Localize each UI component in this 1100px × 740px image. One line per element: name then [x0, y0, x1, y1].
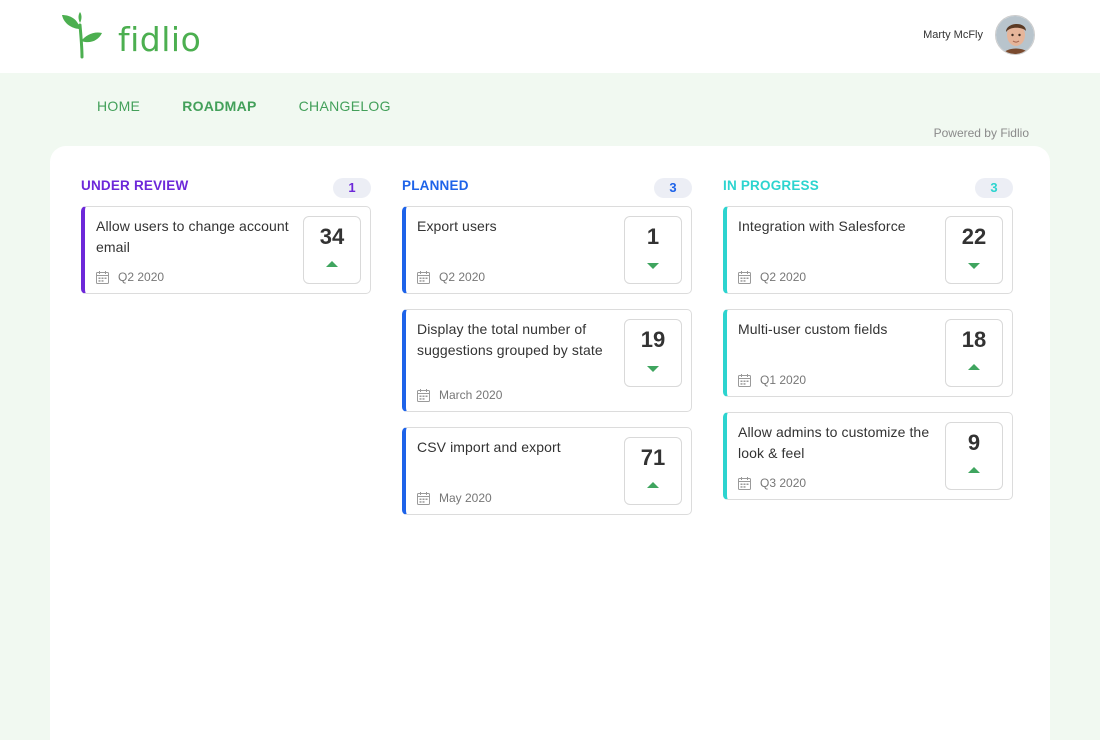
column-count-badge: 3: [654, 178, 692, 198]
nav-item-roadmap[interactable]: ROADMAP: [182, 97, 256, 115]
suggestion-card[interactable]: Integration with Salesforce Q2 2020 22: [723, 206, 1013, 294]
calendar-icon: [417, 491, 430, 505]
suggestion-date-label: Q3 2020: [760, 476, 807, 490]
suggestion-title[interactable]: Display the total number of suggestions …: [417, 319, 617, 361]
caret-up-icon: [647, 482, 659, 488]
suggestion-date: Q2 2020: [738, 270, 806, 284]
column-in-progress: IN PROGRESS 3 Integration with Salesforce Q…: [723, 176, 1013, 500]
suggestion-date: May 2020: [417, 491, 492, 505]
vote-button[interactable]: 19: [624, 319, 682, 387]
calendar-icon: [96, 270, 109, 284]
suggestion-date: Q2 2020: [96, 270, 164, 284]
caret-down-icon: [647, 366, 659, 372]
suggestion-date-label: Q2 2020: [439, 270, 486, 284]
vote-button[interactable]: 22: [945, 216, 1003, 284]
suggestion-card[interactable]: Multi-user custom fields Q1 2020 18: [723, 309, 1013, 397]
caret-down-icon: [968, 263, 980, 269]
caret-up-icon: [326, 261, 338, 267]
column-title: IN PROGRESS: [723, 178, 819, 193]
suggestion-title[interactable]: Multi-user custom fields: [738, 319, 938, 340]
suggestion-date: Q1 2020: [738, 373, 806, 387]
calendar-icon: [417, 270, 430, 284]
suggestion-title[interactable]: Allow admins to customize the look & fee…: [738, 422, 938, 464]
suggestion-card[interactable]: Allow admins to customize the look & fee…: [723, 412, 1013, 500]
sprout-icon: [62, 12, 102, 59]
column-header: PLANNED 3: [402, 176, 692, 200]
caret-up-icon: [968, 467, 980, 473]
column-header: IN PROGRESS 3: [723, 176, 1013, 200]
vote-count: 1: [646, 224, 660, 249]
suggestion-title[interactable]: Integration with Salesforce: [738, 216, 938, 237]
vote-count: 9: [967, 430, 981, 455]
nav-item-home[interactable]: HOME: [97, 97, 140, 115]
calendar-icon: [738, 270, 751, 284]
top-bar: fidlio Marty McFly: [0, 0, 1100, 73]
column-planned: PLANNED 3 Export users Q2 2020 1 Display the …: [402, 176, 692, 515]
main-nav: HOME ROADMAP CHANGELOG: [97, 97, 433, 115]
caret-up-icon: [968, 364, 980, 370]
calendar-icon: [738, 373, 751, 387]
nav-item-changelog[interactable]: CHANGELOG: [299, 97, 391, 115]
vote-count: 22: [961, 224, 987, 249]
vote-count: 18: [961, 327, 987, 352]
suggestion-title[interactable]: Allow users to change account email: [96, 216, 296, 258]
suggestion-card[interactable]: Allow users to change account email Q2 20…: [81, 206, 371, 294]
suggestion-date-label: Q2 2020: [118, 270, 165, 284]
vote-button[interactable]: 1: [624, 216, 682, 284]
vote-button[interactable]: 9: [945, 422, 1003, 490]
suggestion-date: Q2 2020: [417, 270, 485, 284]
calendar-icon: [738, 476, 751, 490]
column-title: UNDER REVIEW: [81, 178, 189, 193]
vote-button[interactable]: 18: [945, 319, 1003, 387]
vote-count: 34: [319, 224, 345, 249]
calendar-icon: [417, 388, 430, 402]
roadmap-board: UNDER REVIEW 1 Allow users to change accou…: [50, 146, 1050, 740]
vote-count: 71: [640, 445, 666, 470]
column-under-review: UNDER REVIEW 1 Allow users to change accou…: [81, 176, 371, 294]
column-count-badge: 1: [333, 178, 371, 198]
suggestion-card[interactable]: Display the total number of suggestions …: [402, 309, 692, 412]
column-title: PLANNED: [402, 178, 469, 193]
brand-logo[interactable]: fidlio: [60, 10, 201, 60]
column-header: UNDER REVIEW 1: [81, 176, 371, 200]
caret-down-icon: [647, 263, 659, 269]
suggestion-date-label: March 2020: [439, 388, 503, 402]
user-menu[interactable]: Marty McFly: [923, 15, 1035, 55]
vote-count: 19: [640, 327, 666, 352]
vote-button[interactable]: 71: [624, 437, 682, 505]
column-count-badge: 3: [975, 178, 1013, 198]
avatar-icon: [996, 16, 1034, 54]
powered-by[interactable]: Powered by Fidlio: [934, 126, 1029, 140]
suggestion-date: Q3 2020: [738, 476, 806, 490]
suggestion-title[interactable]: CSV import and export: [417, 437, 617, 458]
user-name: Marty McFly: [923, 29, 983, 41]
suggestion-date-label: Q1 2020: [760, 373, 807, 387]
suggestion-title[interactable]: Export users: [417, 216, 617, 237]
avatar[interactable]: [995, 15, 1035, 55]
suggestion-date-label: Q2 2020: [760, 270, 807, 284]
suggestion-card[interactable]: CSV import and export May 2020 71: [402, 427, 692, 515]
suggestion-date: March 2020: [417, 388, 502, 402]
suggestion-card[interactable]: Export users Q2 2020 1: [402, 206, 692, 294]
brand-name: fidlio: [118, 19, 202, 59]
suggestion-date-label: May 2020: [439, 491, 492, 505]
vote-button[interactable]: 34: [303, 216, 361, 284]
